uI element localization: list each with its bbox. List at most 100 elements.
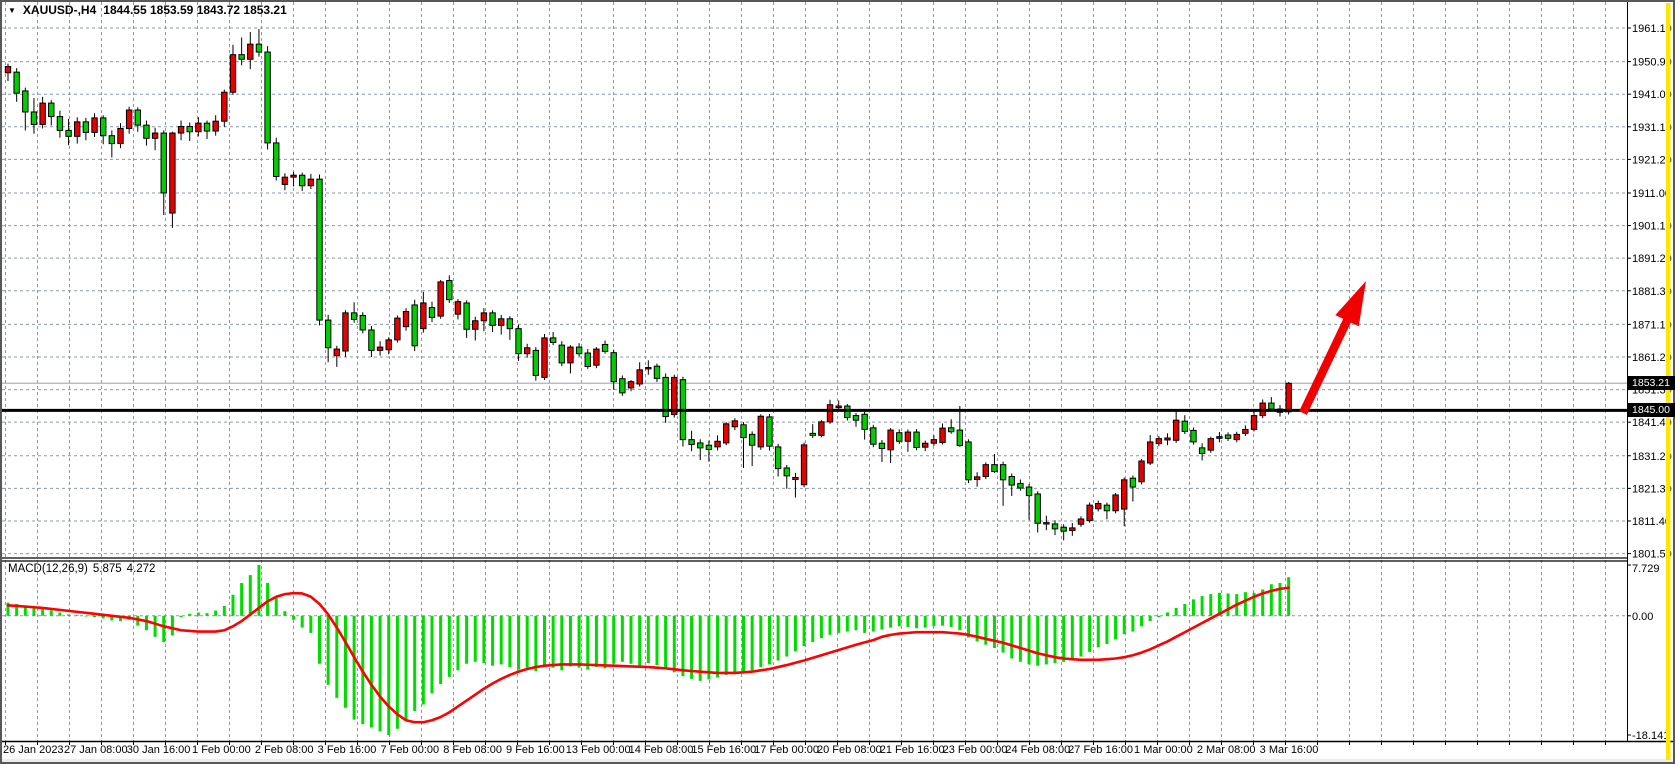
time-axis-label[interactable]: 13 Feb 00:00 [566, 744, 631, 756]
candlestick [1026, 487, 1031, 496]
candlestick [827, 405, 832, 422]
price-axis-label[interactable]: 1871.10 [1632, 319, 1672, 331]
candlestick [282, 177, 287, 184]
time-axis-label[interactable]: 27 Feb 16:00 [1068, 744, 1133, 756]
candlestick [5, 67, 10, 73]
time-axis-label[interactable]: 9 Feb 16:00 [506, 744, 565, 756]
bid-price-badge: 1853.21 [1627, 376, 1675, 390]
chevron-down-icon[interactable]: ▼ [8, 6, 16, 15]
candlestick [576, 347, 581, 354]
candlestick [1009, 477, 1014, 486]
candlestick [1061, 527, 1066, 531]
candlestick [109, 136, 114, 144]
price-axis-label[interactable]: 1841.40 [1632, 417, 1672, 429]
candlestick [421, 303, 426, 329]
candlestick [533, 350, 538, 375]
candlestick [351, 313, 356, 320]
macd-signal-value-label: 4.272 [127, 563, 156, 575]
candlestick [230, 55, 235, 93]
price-axis-label[interactable]: 1941.00 [1632, 89, 1672, 101]
time-axis-label[interactable]: 2 Mar 08:00 [1197, 744, 1256, 756]
time-axis-label[interactable]: 2 Feb 08:00 [255, 744, 314, 756]
price-axis-label[interactable]: 1831.20 [1632, 451, 1672, 463]
candlestick [334, 349, 339, 356]
candlestick [1225, 435, 1230, 438]
candlestick [905, 432, 910, 441]
hline-price-badge: 1845.00 [1627, 403, 1675, 417]
candlestick [135, 110, 140, 125]
candlestick [568, 347, 573, 363]
macd-axis-label[interactable]: -18.141 [1632, 730, 1669, 742]
price-axis-label[interactable]: 1891.20 [1632, 253, 1672, 265]
price-axis-label[interactable]: 1931.10 [1632, 122, 1672, 134]
time-axis-label[interactable]: 7 Feb 00:00 [380, 744, 439, 756]
time-axis-label[interactable]: 26 Jan 2023 [3, 744, 64, 756]
candlestick [983, 465, 988, 477]
time-axis-label[interactable]: 17 Feb 00:00 [754, 744, 819, 756]
time-axis-label[interactable]: 30 Jan 16:00 [127, 744, 191, 756]
candlestick [161, 133, 166, 193]
candlestick [1096, 504, 1101, 509]
chart-title[interactable]: ▼ XAUUSD-,H4 1844.55 1853.59 1843.72 185… [8, 3, 287, 17]
candlestick [152, 133, 157, 138]
candlestick [1191, 430, 1196, 442]
symbol-timeframe-label: XAUUSD-,H4 [23, 3, 96, 17]
candlestick [923, 443, 928, 447]
time-axis-label[interactable]: 3 Feb 16:00 [318, 744, 377, 756]
time-axis-label[interactable]: 14 Feb 08:00 [629, 744, 694, 756]
time-axis-label[interactable]: 1 Feb 00:00 [192, 744, 251, 756]
candlestick [1217, 437, 1222, 439]
price-axis-label[interactable]: 1801.50 [1632, 549, 1672, 561]
time-axis-label[interactable]: 20 Feb 08:00 [817, 744, 882, 756]
price-axis-label[interactable]: 1911.00 [1632, 188, 1671, 200]
candlestick [1052, 524, 1057, 529]
candlestick [594, 349, 599, 365]
candlestick [213, 121, 218, 131]
macd-axis-label[interactable]: 7.729 [1632, 563, 1660, 575]
candlestick [732, 421, 737, 427]
price-axis-label[interactable]: 1881.30 [1632, 286, 1672, 298]
candlestick [741, 425, 746, 438]
candlestick [1122, 480, 1127, 509]
price-axis-label[interactable]: 1901.10 [1632, 221, 1672, 233]
price-axis-label[interactable]: 1811.40 [1632, 516, 1671, 528]
candlestick [447, 281, 452, 300]
time-axis-label[interactable]: 23 Feb 00:00 [943, 744, 1008, 756]
time-axis-label[interactable]: 1 Mar 00:00 [1134, 744, 1193, 756]
candlestick [602, 344, 607, 351]
time-axis-label[interactable]: 24 Feb 08:00 [1005, 744, 1070, 756]
chart-window: 1961.10 1950.90 1941.00 1931.10 1921.20 1911.… [0, 0, 1675, 764]
candlestick [1070, 528, 1075, 531]
price-axis-label[interactable]: 1861.20 [1632, 352, 1672, 364]
candlestick [187, 126, 192, 131]
time-axis-label[interactable]: 15 Feb 16:00 [691, 744, 756, 756]
time-axis-label[interactable]: 8 Feb 08:00 [443, 744, 502, 756]
macd-axis-label[interactable]: 0.00 [1632, 611, 1653, 623]
price-axis-label[interactable]: 1921.20 [1632, 154, 1672, 166]
candlestick [1130, 478, 1135, 487]
price-axis-label[interactable]: 1821.30 [1632, 483, 1672, 495]
candlestick [1173, 420, 1178, 440]
candlestick [715, 441, 720, 447]
chart-canvas[interactable]: 1961.10 1950.90 1941.00 1931.10 1921.20 1911.… [0, 0, 1675, 764]
candlestick [57, 117, 62, 131]
macd-indicator-label: MACD(12,26,9) 5.875 4.272 [8, 563, 155, 575]
candlestick [897, 433, 902, 442]
candlestick [611, 353, 616, 382]
candlestick [1182, 421, 1187, 431]
candlestick [92, 118, 97, 132]
candlestick [723, 424, 728, 443]
candlestick [853, 416, 858, 421]
time-axis-label[interactable]: 3 Mar 16:00 [1260, 744, 1319, 756]
candlestick [1286, 383, 1291, 412]
price-axis-label[interactable]: 1961.10 [1632, 23, 1672, 35]
candlestick [1165, 438, 1170, 440]
candlestick [758, 416, 763, 447]
candlestick [931, 440, 936, 444]
time-axis-label[interactable]: 27 Jan 08:00 [64, 744, 128, 756]
price-axis-label[interactable]: 1950.90 [1632, 57, 1672, 69]
time-axis-label[interactable]: 21 Feb 16:00 [880, 744, 945, 756]
candlestick [1156, 439, 1161, 444]
macd-value-label: 5.875 [93, 563, 122, 575]
candlestick [499, 319, 504, 326]
